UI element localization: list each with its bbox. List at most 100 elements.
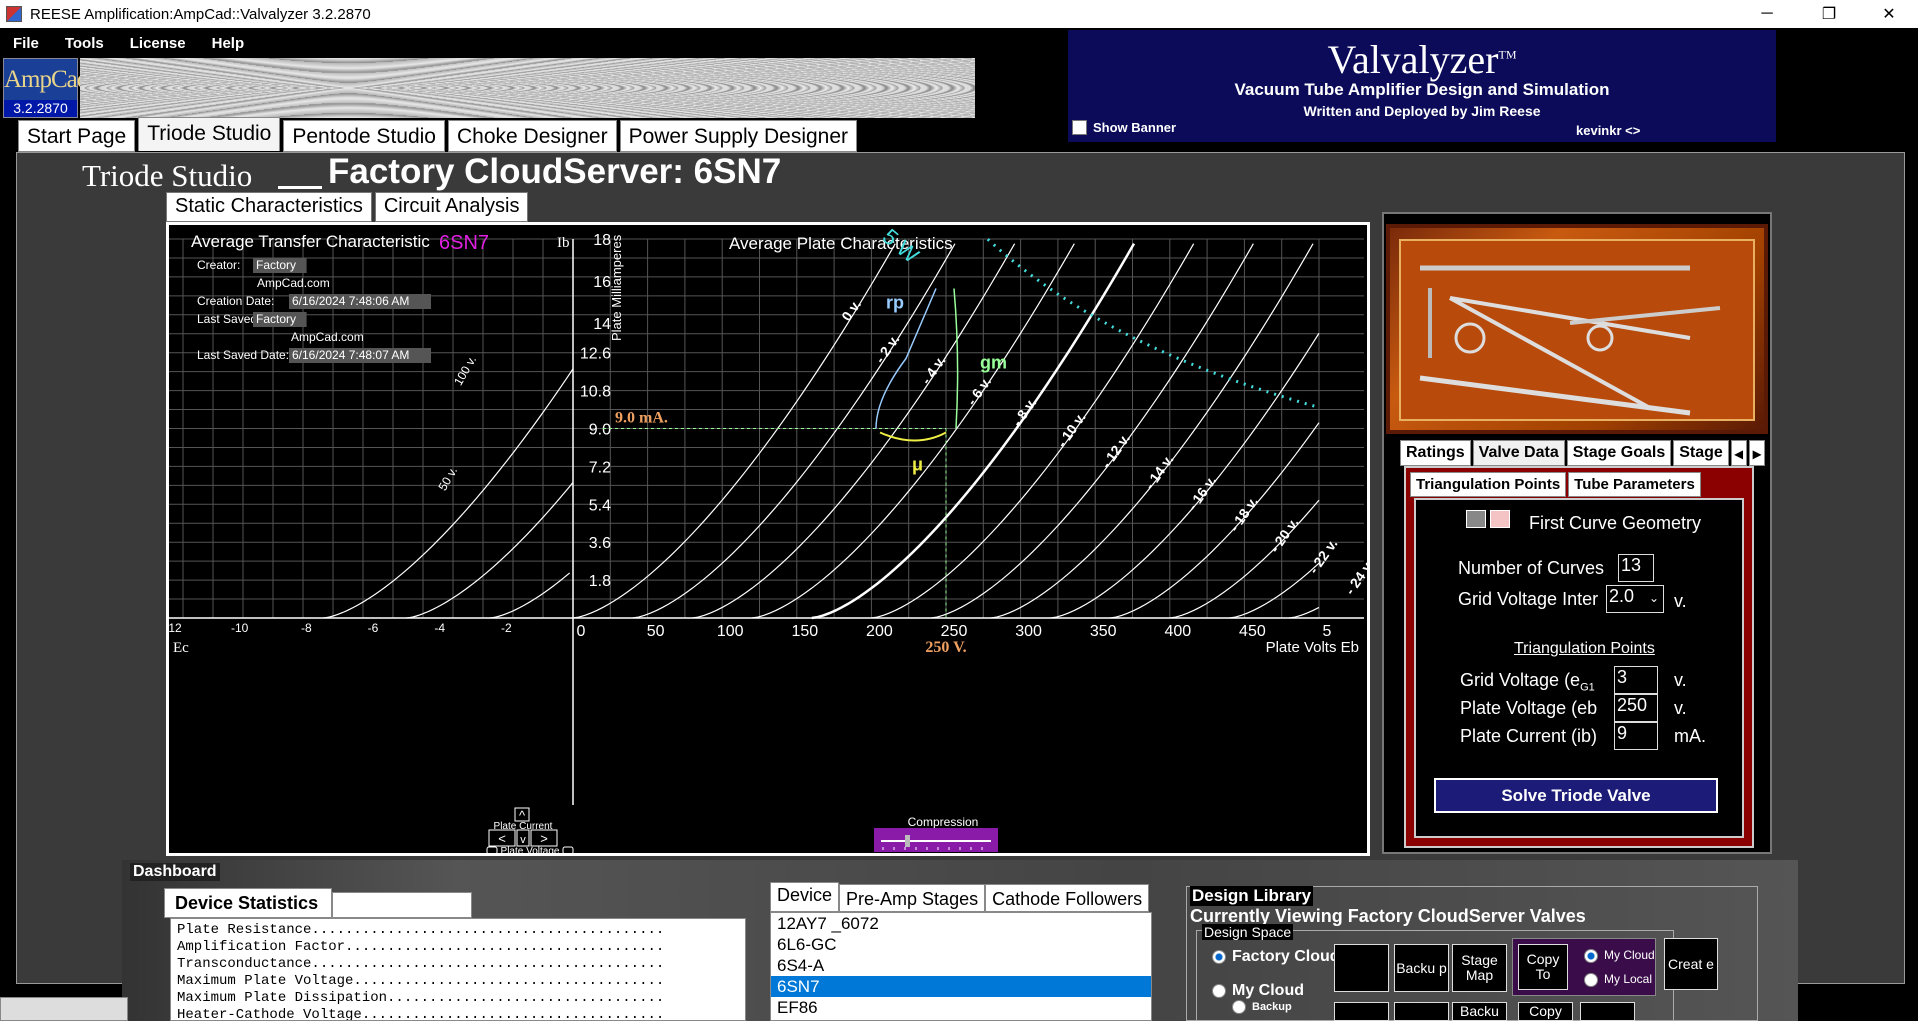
y-tick-label: 5.4 bbox=[589, 497, 611, 514]
backup-button-2[interactable]: Backu bbox=[1452, 1002, 1507, 1021]
x-tick-label: 50 bbox=[647, 623, 665, 640]
plate-curve bbox=[1289, 606, 1320, 619]
maximize-button[interactable]: ❐ bbox=[1806, 0, 1852, 28]
menu-bar: File Tools License Help bbox=[0, 28, 1070, 58]
tab-triode-studio[interactable]: Triode Studio bbox=[138, 117, 281, 151]
tab-stage-goals[interactable]: Stage Goals bbox=[1566, 440, 1672, 466]
plate-voltage-input[interactable]: 250 bbox=[1614, 694, 1658, 722]
my-cloud-target-radio[interactable]: My Cloud bbox=[1584, 948, 1655, 963]
stat-row: Plate Resistance........................… bbox=[177, 922, 665, 938]
my-cloud-radio[interactable]: My Cloud bbox=[1212, 982, 1304, 1000]
num-curves-input[interactable]: 13 bbox=[1618, 554, 1654, 582]
radio[interactable] bbox=[1212, 983, 1226, 998]
solve-triode-button[interactable]: Solve Triode Valve bbox=[1434, 778, 1718, 813]
dashboard-label: Dashboard bbox=[130, 863, 220, 881]
chart-svg[interactable]: 0 50 100 150 200 250 300 350 400 450 5 1.8 3.6 5.4 7.2… bbox=[164, 143, 1377, 857]
tube-name: 6SN7 bbox=[439, 232, 489, 254]
curved-geometry-button[interactable] bbox=[1490, 510, 1510, 528]
ib-label: Ib bbox=[557, 235, 570, 251]
plate-characteristics-chart[interactable]: 0 50 100 150 200 250 300 350 400 450 5 1.8 3.6 5.4 7.2… bbox=[164, 143, 1377, 857]
num-curves-label: Number of Curves bbox=[1458, 558, 1605, 578]
tab-pentode-studio[interactable]: Pentode Studio bbox=[283, 120, 445, 152]
grid-interval-unit: v. bbox=[1674, 591, 1687, 611]
tab-choke-designer[interactable]: Choke Designer bbox=[447, 120, 617, 152]
tab-stage[interactable]: Stage bbox=[1673, 440, 1729, 466]
dissipation-curve bbox=[986, 238, 1320, 409]
tab-scroll-right[interactable]: ▸ bbox=[1748, 440, 1765, 466]
stat-row: Transconductance........................… bbox=[177, 956, 665, 972]
stat-row: Heater-Cathode Voltage..................… bbox=[177, 1007, 665, 1021]
blank-button-4[interactable] bbox=[1580, 1002, 1635, 1021]
menu-tools[interactable]: Tools bbox=[65, 35, 104, 52]
ec-label: Ec bbox=[173, 640, 189, 656]
list-item-selected[interactable]: 6SN7 bbox=[771, 976, 1151, 997]
checkbox-box[interactable] bbox=[1072, 120, 1087, 135]
ec-tick-label: -12 bbox=[169, 621, 182, 635]
list-item[interactable]: 6L6-GC bbox=[771, 934, 1151, 955]
y-tick-label: 1.8 bbox=[589, 573, 611, 590]
radio-selected[interactable] bbox=[1212, 949, 1226, 964]
device-list[interactable]: 12AY7 _6072 6L6-GC 6S4-A 6SN7 EF86 bbox=[770, 912, 1152, 1021]
copy-button-2[interactable]: Copy bbox=[1518, 1002, 1573, 1021]
menu-help[interactable]: Help bbox=[212, 35, 245, 52]
list-item[interactable]: 6S4-A bbox=[771, 955, 1151, 976]
device-statistics-list[interactable]: Plate Resistance........................… bbox=[170, 918, 746, 1021]
ampcad-logo: AmpCad 3.2.2870 bbox=[3, 58, 89, 118]
curve-label: - 4 v. bbox=[918, 353, 949, 387]
tab-tube-parameters[interactable]: Tube Parameters bbox=[1568, 472, 1701, 497]
grid-interval-label: Grid Voltage Inter bbox=[1458, 589, 1599, 609]
info-label: Creator: bbox=[197, 258, 240, 272]
plate-curve bbox=[1229, 562, 1320, 619]
version-label: 3.2.2870 bbox=[4, 100, 77, 117]
left-icon: < bbox=[498, 831, 506, 846]
grid-interval-select[interactable]: 2.0 ⌄ bbox=[1606, 585, 1664, 613]
tab-pre-amp-stages[interactable]: Pre-Amp Stages bbox=[839, 884, 986, 912]
menu-license[interactable]: License bbox=[130, 35, 186, 52]
backup-button[interactable]: Backu p bbox=[1394, 944, 1449, 992]
blank-button-3[interactable] bbox=[1394, 1002, 1449, 1021]
radio[interactable] bbox=[1232, 1000, 1246, 1014]
design-space-label: Design Space bbox=[1202, 924, 1294, 940]
stage-map-button[interactable]: Stage Map bbox=[1452, 944, 1507, 992]
tab-valve-data[interactable]: Valve Data bbox=[1472, 440, 1565, 466]
blank-button-2[interactable] bbox=[1334, 1002, 1389, 1021]
tab-device-statistics[interactable]: Device Statistics bbox=[164, 888, 332, 918]
plate-current-unit: mA. bbox=[1674, 726, 1707, 746]
tab-circuit-analysis[interactable]: Circuit Analysis bbox=[374, 192, 529, 222]
tab-blank[interactable] bbox=[332, 892, 472, 918]
grid-voltage-input[interactable]: 3 bbox=[1614, 666, 1658, 694]
ec-tick-label: -8 bbox=[301, 621, 312, 635]
minimize-button[interactable]: ─ bbox=[1744, 0, 1790, 28]
show-banner-checkbox[interactable]: Show Banner bbox=[1072, 120, 1176, 135]
factory-cloud-radio[interactable]: Factory Cloud bbox=[1212, 948, 1340, 966]
tab-start-page[interactable]: Start Page bbox=[18, 120, 136, 152]
tab-triangulation-points[interactable]: Triangulation Points bbox=[1410, 472, 1567, 497]
radio-selected[interactable] bbox=[1584, 948, 1598, 963]
tab-scroll-left[interactable]: ◂ bbox=[1730, 440, 1747, 466]
radio[interactable] bbox=[1584, 972, 1598, 987]
plate-current-input[interactable]: 9 bbox=[1614, 722, 1658, 750]
copy-to-button[interactable]: Copy To bbox=[1518, 944, 1568, 990]
x-tick-label: 400 bbox=[1164, 623, 1191, 640]
tab-ratings[interactable]: Ratings bbox=[1400, 440, 1471, 466]
tab-device[interactable]: Device bbox=[770, 882, 840, 912]
transfer-curve bbox=[322, 368, 574, 619]
my-local-target-radio[interactable]: My Local bbox=[1584, 972, 1652, 987]
list-item[interactable]: EF86 bbox=[771, 997, 1151, 1018]
create-button[interactable]: Creat e bbox=[1664, 938, 1718, 990]
plate-curve bbox=[811, 243, 1136, 620]
blank-button[interactable] bbox=[1334, 944, 1389, 992]
tab-cathode-followers[interactable]: Cathode Followers bbox=[985, 884, 1150, 912]
backup-radio[interactable]: Backup bbox=[1232, 1000, 1292, 1014]
info-label: Creation Date: bbox=[197, 294, 274, 308]
linear-geometry-button[interactable] bbox=[1466, 510, 1486, 528]
menu-file[interactable]: File bbox=[13, 35, 39, 52]
y-axis-label: Plate Milliamperes bbox=[609, 234, 624, 341]
rp-label: rp bbox=[886, 293, 904, 313]
tab-static-characteristics[interactable]: Static Characteristics bbox=[166, 192, 372, 222]
compression-label: Compression bbox=[908, 815, 979, 829]
close-button[interactable]: ✕ bbox=[1866, 0, 1912, 28]
x-tick-label: 250 bbox=[941, 623, 968, 640]
list-item[interactable]: 12AY7 _6072 bbox=[771, 913, 1151, 934]
tab-power-supply-designer[interactable]: Power Supply Designer bbox=[619, 120, 858, 152]
